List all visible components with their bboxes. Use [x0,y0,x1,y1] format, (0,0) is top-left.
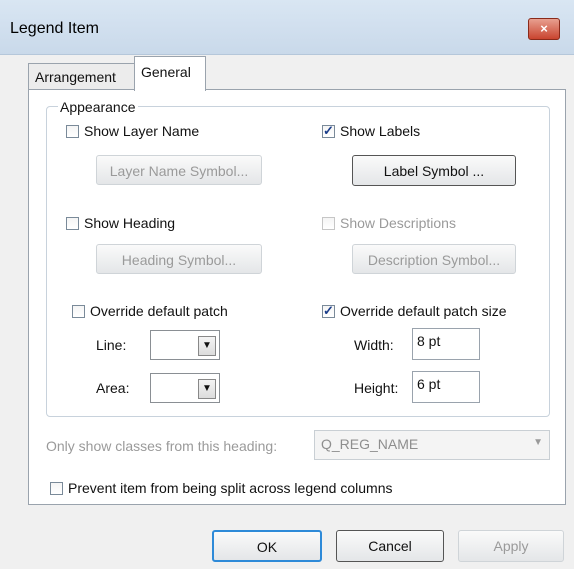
button-label: Apply [493,538,529,554]
checkbox-label: Override default patch [90,303,228,319]
checkbox-label: Show Heading [84,215,176,231]
ok-button[interactable]: OK [212,530,322,562]
button-label: Heading Symbol... [121,252,237,268]
area-label: Area: [96,380,130,396]
override-default-patch-checkbox[interactable]: Override default patch [72,303,228,319]
title-bar: Legend Item × [0,0,574,55]
heading-symbol-button[interactable]: Heading Symbol... [96,244,262,274]
checkbox-label: Show Layer Name [84,123,200,139]
close-icon: × [540,21,548,36]
checkbox-box [322,303,335,319]
close-button[interactable]: × [528,18,560,40]
button-label: Description Symbol... [367,252,501,268]
button-label: OK [256,539,278,555]
show-heading-checkbox[interactable]: Show Heading [66,215,175,231]
button-label: Label Symbol ... [383,163,485,179]
apply-button[interactable]: Apply [458,530,564,562]
button-label: Cancel [368,538,412,554]
checkbox-label: Override default patch size [340,303,507,319]
description-symbol-button[interactable]: Description Symbol... [352,244,516,274]
line-patch-dropdown[interactable]: ▼ [150,330,220,360]
width-label: Width: [354,337,394,353]
window-title: Legend Item [10,20,99,37]
chevron-down-icon[interactable]: ▼ [198,336,216,356]
show-layer-name-checkbox[interactable]: Show Layer Name [66,123,199,139]
tab-general[interactable]: General [134,56,206,91]
cancel-button[interactable]: Cancel [336,530,444,562]
override-patch-size-checkbox[interactable]: Override default patch size [322,303,507,319]
checkbox-label: Show Descriptions [340,215,456,231]
checkbox-box [322,123,335,139]
tab-label: Arrangement [35,69,116,85]
heading-dropdown[interactable]: Q_REG_NAME ▼ [314,430,550,460]
show-descriptions-checkbox[interactable]: Show Descriptions [322,215,456,231]
show-labels-checkbox[interactable]: Show Labels [322,123,420,139]
chevron-down-icon[interactable]: ▼ [533,437,543,448]
checkbox-box [66,216,79,230]
checkbox-box [322,216,335,230]
area-patch-dropdown[interactable]: ▼ [150,373,220,403]
checkbox-label: Prevent item from being split across leg… [68,480,393,496]
line-label: Line: [96,337,127,353]
layer-name-symbol-button[interactable]: Layer Name Symbol... [96,155,262,185]
checkbox-label: Show Labels [340,123,421,139]
appearance-group-label: Appearance [58,99,138,115]
chevron-down-icon[interactable]: ▼ [198,379,216,399]
label-symbol-button[interactable]: Label Symbol ... [352,155,516,186]
prevent-split-checkbox[interactable]: Prevent item from being split across leg… [50,480,392,496]
only-show-classes-label: Only show classes from this heading: [46,438,278,454]
button-label: Layer Name Symbol... [109,163,249,179]
height-field[interactable]: 6 pt [412,371,480,403]
height-label: Height: [354,380,399,396]
width-field[interactable]: 8 pt [412,328,480,360]
checkbox-box [66,124,79,138]
tab-arrangement[interactable]: Arrangement [28,63,136,90]
heading-dropdown-value: Q_REG_NAME [321,436,419,452]
checkbox-box [72,304,85,318]
tab-label: General [141,64,191,80]
checkbox-box [50,481,63,495]
